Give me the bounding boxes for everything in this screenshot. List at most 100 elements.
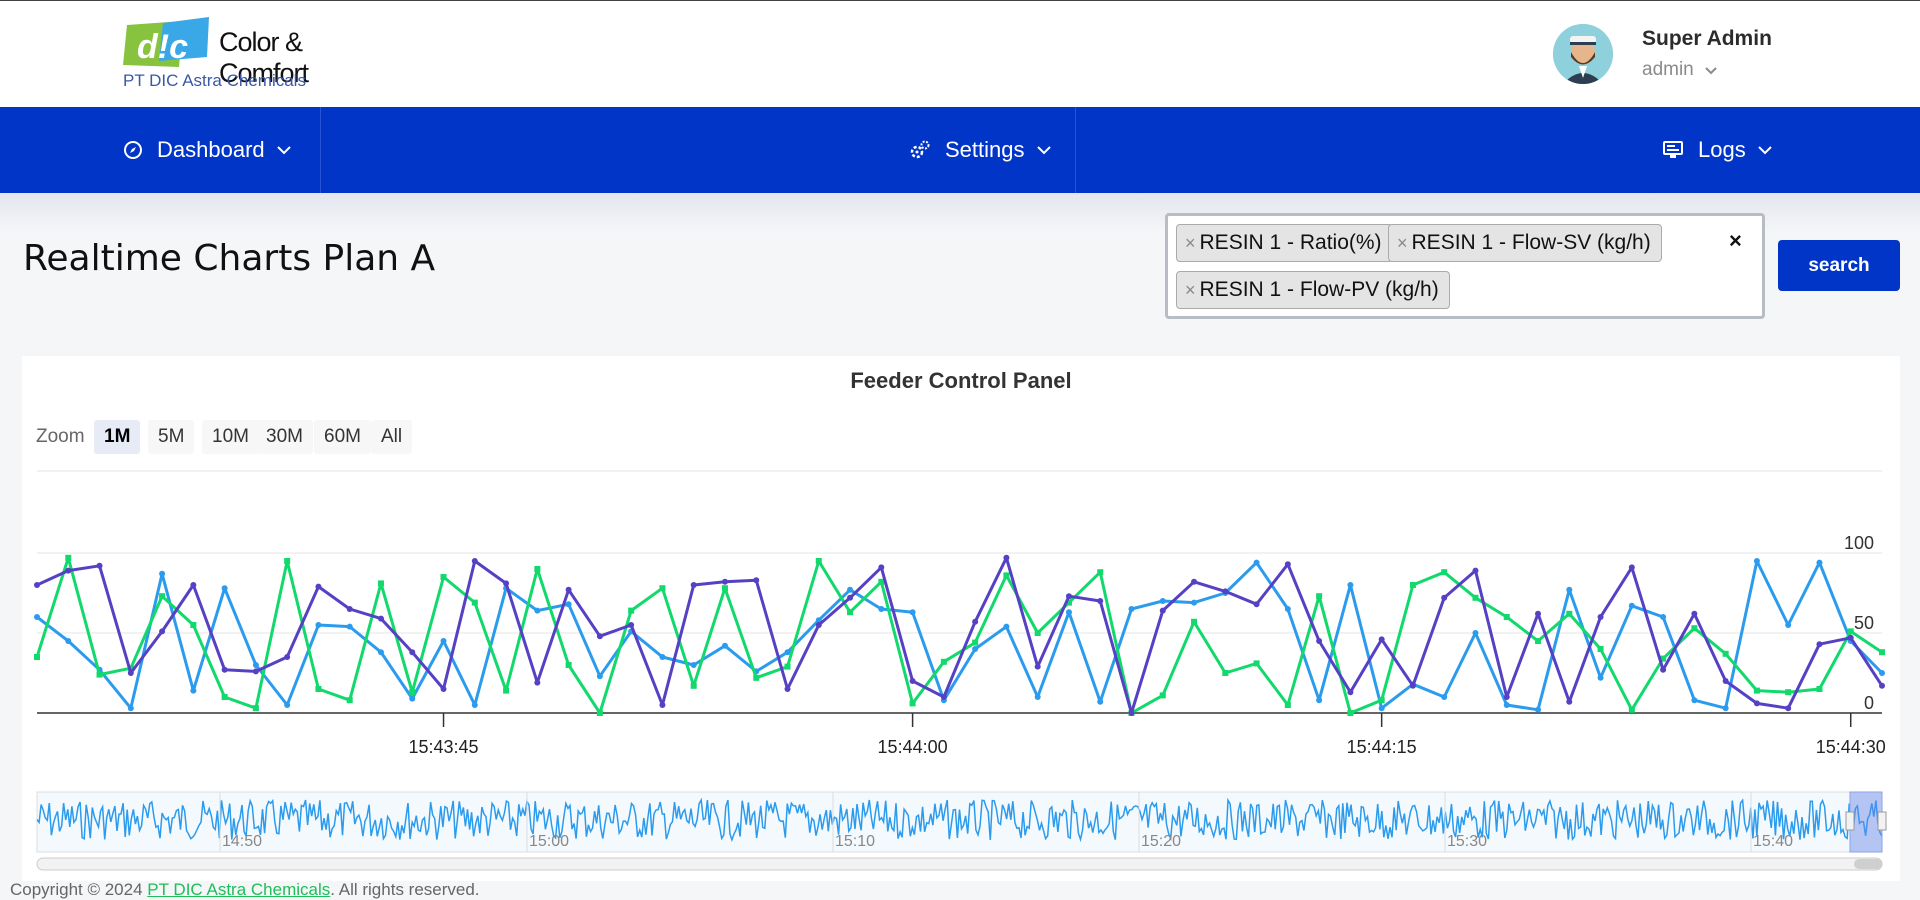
data-point (440, 574, 447, 580)
navigator-label: 15:40 (1753, 833, 1793, 850)
data-point (1378, 705, 1385, 712)
x-tick-label: 15:44:30 (1816, 737, 1886, 757)
compass-icon (124, 141, 142, 159)
nav-dashboard[interactable]: Dashboard (123, 107, 305, 193)
data-point (1472, 630, 1479, 636)
data-point (159, 570, 166, 577)
data-point (1753, 700, 1760, 707)
data-point (1535, 706, 1542, 713)
data-point (784, 663, 791, 670)
x-tick-label: 15:43:45 (408, 737, 478, 757)
data-point (503, 580, 510, 587)
tag-chip-label: RESIN 1 - Ratio(%) (1199, 231, 1382, 254)
data-point (1191, 618, 1198, 625)
data-point (471, 599, 478, 606)
data-point (1191, 599, 1198, 606)
user-menu[interactable]: Super Admin admin (1553, 21, 1853, 87)
data-point (596, 710, 603, 716)
navigator-label: 15:30 (1447, 833, 1487, 850)
search-button[interactable]: search (1778, 240, 1900, 291)
data-point (1753, 558, 1760, 564)
data-point (1284, 606, 1291, 612)
realtime-line-chart[interactable]: 0 50 100 15:43:45 15:44:00 15:44:15 15:44:30 14… (22, 356, 1900, 881)
chevron-down-icon (1758, 145, 1772, 154)
data-point (1034, 663, 1041, 670)
data-point (1879, 682, 1885, 689)
data-point (1003, 623, 1010, 630)
data-point (1409, 582, 1416, 588)
data-point (471, 702, 478, 708)
data-point (409, 649, 416, 656)
data-point (377, 615, 384, 622)
data-point (503, 687, 510, 694)
data-point (1879, 670, 1885, 676)
tag-multiselect[interactable]: × RESIN 1 - Ratio(%) × RESIN 1 - Flow-SV… (1165, 213, 1765, 319)
tag-chip: × RESIN 1 - Ratio(%) (1176, 224, 1393, 262)
clear-all-icon[interactable]: × (1729, 228, 1742, 254)
remove-tag-icon[interactable]: × (1185, 233, 1196, 254)
data-point (1159, 692, 1166, 699)
data-point (940, 658, 947, 665)
data-point (440, 638, 447, 644)
data-point (1347, 710, 1354, 716)
nav-logs[interactable]: Logs (1662, 107, 1786, 193)
data-point (1034, 694, 1041, 700)
nav-settings[interactable]: Settings (909, 107, 1065, 193)
data-point (1378, 636, 1385, 643)
data-point (1159, 607, 1166, 614)
data-point (127, 670, 134, 676)
chart-card: Feeder Control Panel Zoom 1M 5M 10M 30M 60M A… (22, 356, 1900, 881)
nav-settings-label: Settings (945, 137, 1025, 162)
footer-company-link[interactable]: PT DIC Astra Chemicals (147, 880, 330, 899)
data-point (1691, 697, 1698, 704)
chevron-down-icon (1705, 67, 1717, 75)
user-avatar-icon (1553, 24, 1613, 84)
data-point (65, 554, 72, 561)
data-point (565, 662, 572, 668)
data-point (1472, 594, 1479, 601)
remove-tag-icon[interactable]: × (1397, 233, 1408, 254)
data-point (284, 702, 291, 708)
data-point (221, 694, 228, 700)
tag-chip-label: RESIN 1 - Flow-PV (kg/h) (1199, 278, 1439, 301)
company-logo[interactable]: d!c Color & Comfort PT DIC Astra Chemica… (123, 17, 353, 92)
y-tick-label: 50 (1854, 613, 1874, 633)
data-point (377, 649, 384, 656)
data-point (1472, 567, 1479, 574)
navigator-label: 15:20 (1141, 833, 1181, 850)
gears-icon (910, 140, 930, 159)
monitor-icon (1663, 141, 1683, 158)
data-point (815, 622, 822, 628)
data-point (346, 606, 353, 612)
data-point (659, 654, 666, 660)
data-point (96, 671, 103, 678)
data-point (190, 687, 197, 694)
data-point (972, 646, 979, 652)
user-role[interactable]: admin (1642, 59, 1717, 81)
data-point (847, 609, 854, 616)
x-tick-label: 15:44:15 (1347, 737, 1417, 757)
tag-chip-label: RESIN 1 - Flow-SV (kg/h) (1411, 231, 1651, 254)
data-point (1253, 601, 1260, 608)
data-point (1660, 614, 1667, 620)
data-point (346, 623, 353, 630)
nav-logs-label: Logs (1698, 137, 1746, 162)
data-point (847, 594, 854, 601)
avatar (1553, 24, 1613, 84)
data-point (1347, 582, 1354, 588)
data-point (1816, 641, 1823, 648)
navigator-label: 15:00 (529, 833, 569, 850)
data-point (1566, 610, 1573, 617)
data-point (1065, 593, 1072, 600)
data-point (471, 558, 478, 564)
data-point (315, 686, 322, 692)
data-point (1722, 650, 1729, 657)
data-point (1816, 686, 1823, 692)
remove-tag-icon[interactable]: × (1185, 280, 1196, 301)
data-point (1503, 702, 1510, 708)
data-point (628, 607, 635, 614)
data-point (409, 689, 416, 696)
data-point (284, 654, 291, 660)
main-navbar: Dashboard Settings Logs (0, 107, 1920, 193)
data-point (1159, 598, 1166, 604)
